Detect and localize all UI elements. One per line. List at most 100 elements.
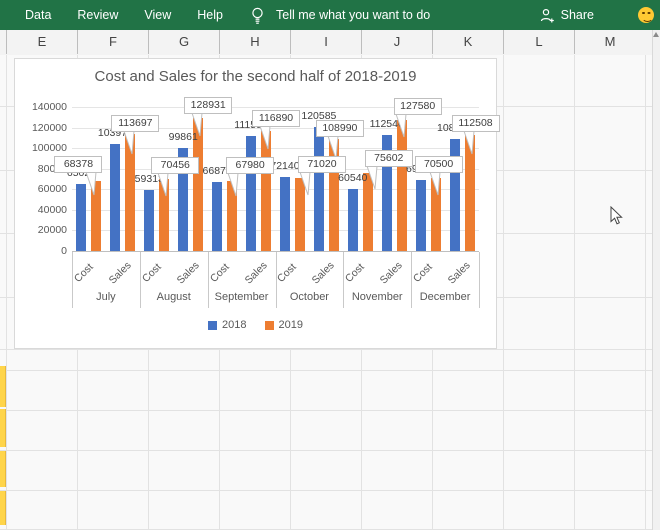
callout-needle [80,171,110,199]
axis-divider [140,252,141,308]
callout-label-2019-6[interactable]: 71020 [298,156,346,173]
chart-title[interactable]: Cost and Sales for the second half of 20… [15,68,496,85]
axis-divider [276,252,277,308]
legend-item-2019[interactable]: 2019 [265,319,303,331]
callout-label-2019-7[interactable]: 108990 [316,120,364,137]
legend-swatch-2018 [208,321,217,330]
callout-needle [361,165,391,193]
y-axis-tick-label: 40000 [23,204,67,216]
callout-needle [186,112,216,140]
grid-hline [0,349,653,350]
callout-label-2019-5[interactable]: 116890 [252,110,300,127]
column-header-E[interactable]: E [6,30,77,54]
tell-me-box[interactable]: Tell me what you want to do [276,8,430,22]
axis-divider [479,252,480,308]
grid-vline [6,55,7,530]
column-header-F[interactable]: F [77,30,148,54]
tab-view[interactable]: View [144,8,171,22]
axis-divider [72,252,73,308]
callout-needle [458,130,488,158]
grid-hline [0,450,653,451]
highlighted-cell[interactable] [0,491,6,525]
y-axis-tick-label: 0 [23,245,67,257]
category-label-cost-10[interactable]: Cost [411,261,435,285]
category-label-sales-5[interactable]: Sales [242,259,269,286]
y-axis-tick-label: 100000 [23,142,67,154]
category-label-cost-0[interactable]: Cost [72,261,96,285]
callout-needle [222,172,252,200]
grid-vline [574,55,575,530]
share-person-icon [540,8,555,23]
feedback-smiley-icon[interactable] [638,7,654,23]
month-label-november[interactable]: November [343,291,411,303]
column-header-J[interactable]: J [361,30,432,54]
callout-label-2019-8[interactable]: 75602 [365,150,413,167]
column-header-G[interactable]: G [148,30,219,54]
highlighted-cell[interactable] [0,366,6,407]
callout-label-2019-10[interactable]: 70500 [415,156,463,173]
mouse-cursor [610,206,624,231]
month-label-july[interactable]: July [72,291,140,303]
callout-label-2019-9[interactable]: 127580 [394,98,442,115]
callout-label-2019-1[interactable]: 113697 [111,115,159,132]
callout-needle [152,172,182,200]
bar-2018-cost-8[interactable] [348,189,358,251]
callout-needle [294,171,324,199]
grid-vline [645,55,646,530]
callout-label-2019-0[interactable]: 68378 [54,156,102,173]
month-label-september[interactable]: September [208,291,276,303]
callout-needle [390,113,420,141]
column-header-L[interactable]: L [503,30,574,54]
bar-2018-sales-1[interactable] [110,144,120,251]
highlighted-cell[interactable] [0,409,6,447]
callout-label-2019-3[interactable]: 128931 [184,97,232,114]
callout-needle [424,171,454,199]
month-label-august[interactable]: August [140,291,208,303]
callout-needle [254,125,284,153]
axis-divider [411,252,412,308]
category-label-sales-3[interactable]: Sales [174,259,201,286]
axis-divider [343,252,344,308]
chart-legend[interactable]: 2018 2019 [15,319,496,331]
category-label-cost-6[interactable]: Cost [275,261,299,285]
ribbon: Data Review View Help Tell me what you w… [0,0,660,30]
category-label-sales-11[interactable]: Sales [446,259,473,286]
bar-2018-cost-4[interactable] [212,182,222,251]
tab-data[interactable]: Data [25,8,51,22]
vertical-scrollbar[interactable] [652,30,660,530]
y-axis-tick-label: 60000 [23,183,67,195]
tab-help[interactable]: Help [197,8,223,22]
scroll-up-arrow-icon[interactable] [653,32,659,37]
chart-panel[interactable]: Cost and Sales for the second half of 20… [14,58,497,349]
month-label-december[interactable]: December [411,291,479,303]
callout-label-2019-2[interactable]: 70456 [151,157,199,174]
y-axis-tick-label: 140000 [23,101,67,113]
grid-hline [0,370,653,371]
callout-needle [118,130,148,158]
share-label: Share [561,8,594,22]
column-header-H[interactable]: H [219,30,290,54]
column-header-I[interactable]: I [290,30,361,54]
share-button[interactable]: Share [540,8,594,23]
legend-item-2018[interactable]: 2018 [208,319,246,331]
category-label-sales-9[interactable]: Sales [378,259,405,286]
column-header-K[interactable]: K [432,30,503,54]
category-label-sales-1[interactable]: Sales [106,259,133,286]
legend-label-2018: 2018 [222,319,246,331]
grid-vline [503,55,504,530]
highlighted-cell[interactable] [0,451,6,487]
column-header-M[interactable]: M [574,30,645,54]
column-headers: EFGHIJKLM [0,30,653,56]
category-label-cost-2[interactable]: Cost [140,261,164,285]
tab-review[interactable]: Review [77,8,118,22]
axis-divider [208,252,209,308]
y-axis-tick-label: 20000 [23,224,67,236]
callout-label-2019-4[interactable]: 67980 [226,157,274,174]
lightbulb-icon [251,7,264,24]
callout-label-2019-11[interactable]: 112508 [452,115,500,132]
bar-2018-cost-6[interactable] [280,177,290,251]
category-label-cost-4[interactable]: Cost [208,261,232,285]
month-label-october[interactable]: October [276,291,344,303]
category-label-sales-7[interactable]: Sales [310,259,337,286]
category-label-cost-8[interactable]: Cost [343,261,367,285]
